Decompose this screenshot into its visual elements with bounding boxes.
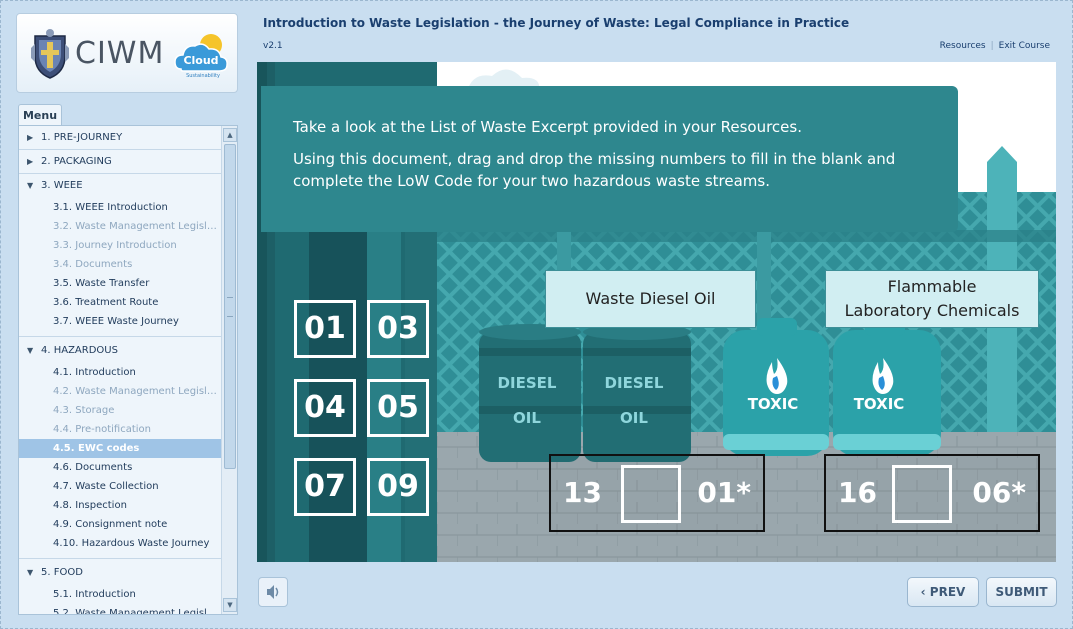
- instruction-line-2: Using this document, drag and drop the m…: [293, 150, 896, 190]
- slide-stage: DIESEL OIL DIESEL OIL TOXIC TOXIC Take a…: [257, 62, 1056, 562]
- menu-section-label: 5. FOOD: [41, 567, 83, 578]
- menu-item[interactable]: 4.2. Waste Management Legislati...: [19, 382, 221, 401]
- menu-item[interactable]: 4.6. Documents: [19, 458, 221, 477]
- tank-label-toxic-2: TOXIC: [854, 395, 905, 413]
- drop-slot[interactable]: [892, 465, 952, 523]
- menu-item[interactable]: 4.3. Storage: [19, 401, 221, 420]
- caret-right-icon: ▶: [27, 157, 34, 166]
- stream-label-line-1: Flammable: [887, 277, 977, 296]
- menu-item[interactable]: 4.8. Inspection: [19, 496, 221, 515]
- scrollbar-grip-icon: [227, 297, 233, 317]
- menu-item[interactable]: 3.4. Documents: [19, 255, 221, 274]
- tank-label-toxic-1: TOXIC: [748, 395, 799, 413]
- speaker-icon: [267, 585, 279, 599]
- draggable-number-tile[interactable]: 01: [294, 300, 356, 358]
- scrollbar-thumb[interactable]: [224, 144, 236, 469]
- app-frame: CIWM Cloud Sustainability Menu ▶ 1. PRE-J…: [0, 0, 1073, 629]
- menu-section-label: 3. WEEE: [41, 180, 83, 191]
- menu-section[interactable]: ▼ 4. HAZARDOUS: [19, 339, 221, 363]
- menu-list: ▶ 1. PRE-JOURNEY ▶ 2. PACKAGING ▼ 3. WEEE 3.1.…: [19, 126, 221, 614]
- drop-slot[interactable]: [621, 465, 681, 523]
- menu-item[interactable]: 5.1. Introduction: [19, 585, 221, 604]
- menu-item[interactable]: 3.1. WEEE Introduction: [19, 198, 221, 217]
- instruction-line-1: Take a look at the List of Waste Excerpt…: [293, 118, 802, 136]
- menu-section[interactable]: ▶ 1. PRE-JOURNEY: [19, 126, 221, 150]
- resources-link[interactable]: Resources: [940, 41, 986, 51]
- low-code-suffix: 06*: [972, 476, 1026, 509]
- low-code-box-1: 13 01*: [549, 454, 765, 532]
- draggable-number-tile[interactable]: 04: [294, 379, 356, 437]
- caret-down-icon: ▼: [27, 346, 34, 355]
- cloud-logo-word: Cloud: [183, 54, 218, 67]
- draggable-number-tile[interactable]: 09: [367, 458, 429, 516]
- submit-button[interactable]: SUBMIT: [986, 577, 1057, 607]
- low-code-prefix: 16: [838, 476, 877, 509]
- menu-section[interactable]: ▼ 5. FOOD: [19, 561, 221, 585]
- stream-label-waste-diesel-oil: Waste Diesel Oil: [545, 270, 756, 328]
- course-title: Introduction to Waste Legislation - the …: [263, 16, 850, 30]
- draggable-number-tile[interactable]: 03: [367, 300, 429, 358]
- low-code-suffix: 01*: [697, 476, 751, 509]
- menu-section[interactable]: ▶ 2. PACKAGING: [19, 150, 221, 174]
- menu-section-label: 2. PACKAGING: [41, 156, 112, 167]
- barrel-label-diesel-2: DIESEL: [605, 374, 664, 392]
- diesel-barrel-2: [583, 324, 691, 462]
- prev-button[interactable]: ‹ PREV: [907, 577, 979, 607]
- menu-divider: [19, 331, 221, 337]
- cloud-logo-tagline: Sustainability: [186, 73, 220, 79]
- prev-button-label: PREV: [929, 585, 966, 599]
- caret-down-icon: ▼: [27, 181, 34, 190]
- caret-right-icon: ▶: [27, 133, 34, 142]
- menu-item[interactable]: 3.7. WEEE Waste Journey: [19, 312, 221, 331]
- menu-item[interactable]: 3.6. Treatment Route: [19, 293, 221, 312]
- ciwm-crest-logo: [31, 29, 69, 79]
- logo-text: CIWM: [75, 36, 165, 71]
- scroll-up-arrow-icon[interactable]: ▲: [223, 128, 237, 142]
- header-links: Resources | Exit Course: [940, 41, 1050, 51]
- link-separator: |: [990, 41, 994, 51]
- exit-course-link[interactable]: Exit Course: [999, 41, 1050, 51]
- version-label: v2.1: [263, 41, 283, 51]
- menu-panel: ▶ 1. PRE-JOURNEY ▶ 2. PACKAGING ▼ 3. WEEE 3.1.…: [18, 125, 238, 615]
- barrel-label-diesel-1: DIESEL: [498, 374, 557, 392]
- menu-item[interactable]: 4.1. Introduction: [19, 363, 221, 382]
- menu-section-label: 1. PRE-JOURNEY: [41, 132, 123, 143]
- caret-down-icon: ▼: [27, 568, 34, 577]
- menu-tab[interactable]: Menu: [18, 104, 62, 126]
- menu-item[interactable]: 3.2. Waste Management Legislati...: [19, 217, 221, 236]
- audio-toggle-button[interactable]: [258, 577, 288, 607]
- stream-label-line-2: Laboratory Chemicals: [844, 301, 1020, 320]
- low-code-box-2: 16 06*: [824, 454, 1040, 532]
- cloud-sustainability-logo: Cloud Sustainability: [174, 34, 228, 79]
- menu-section-label: 4. HAZARDOUS: [41, 345, 118, 356]
- menu-scrollbar[interactable]: ▲ ▼: [221, 126, 237, 614]
- menu-item[interactable]: 4.4. Pre-notification: [19, 420, 221, 439]
- menu-item[interactable]: 3.5. Waste Transfer: [19, 274, 221, 293]
- logo-panel: CIWM Cloud Sustainability: [16, 13, 238, 93]
- menu-item[interactable]: 3.3. Journey Introduction: [19, 236, 221, 255]
- menu-item[interactable]: 4.10. Hazardous Waste Journey: [19, 534, 221, 553]
- stream-label-flammable-lab-chemicals: Flammable Laboratory Chemicals: [825, 270, 1039, 328]
- menu-item[interactable]: 5.2. Waste Management Legislati...: [19, 604, 221, 614]
- instruction-panel: Take a look at the List of Waste Excerpt…: [261, 86, 958, 232]
- diesel-barrel-1: [479, 324, 581, 462]
- barrel-label-oil-1: OIL: [513, 409, 541, 427]
- menu-item[interactable]: 4.7. Waste Collection: [19, 477, 221, 496]
- menu-item[interactable]: 4.5. EWC codes: [19, 439, 221, 458]
- scroll-down-arrow-icon[interactable]: ▼: [223, 598, 237, 612]
- menu-divider: [19, 553, 221, 559]
- chevron-left-icon: ‹: [920, 585, 926, 599]
- barrel-label-oil-2: OIL: [620, 409, 648, 427]
- draggable-number-tile[interactable]: 05: [367, 379, 429, 437]
- draggable-number-tile[interactable]: 07: [294, 458, 356, 516]
- low-code-prefix: 13: [563, 476, 602, 509]
- menu-section[interactable]: ▼ 3. WEEE: [19, 174, 221, 198]
- menu-item[interactable]: 4.9. Consignment note: [19, 515, 221, 534]
